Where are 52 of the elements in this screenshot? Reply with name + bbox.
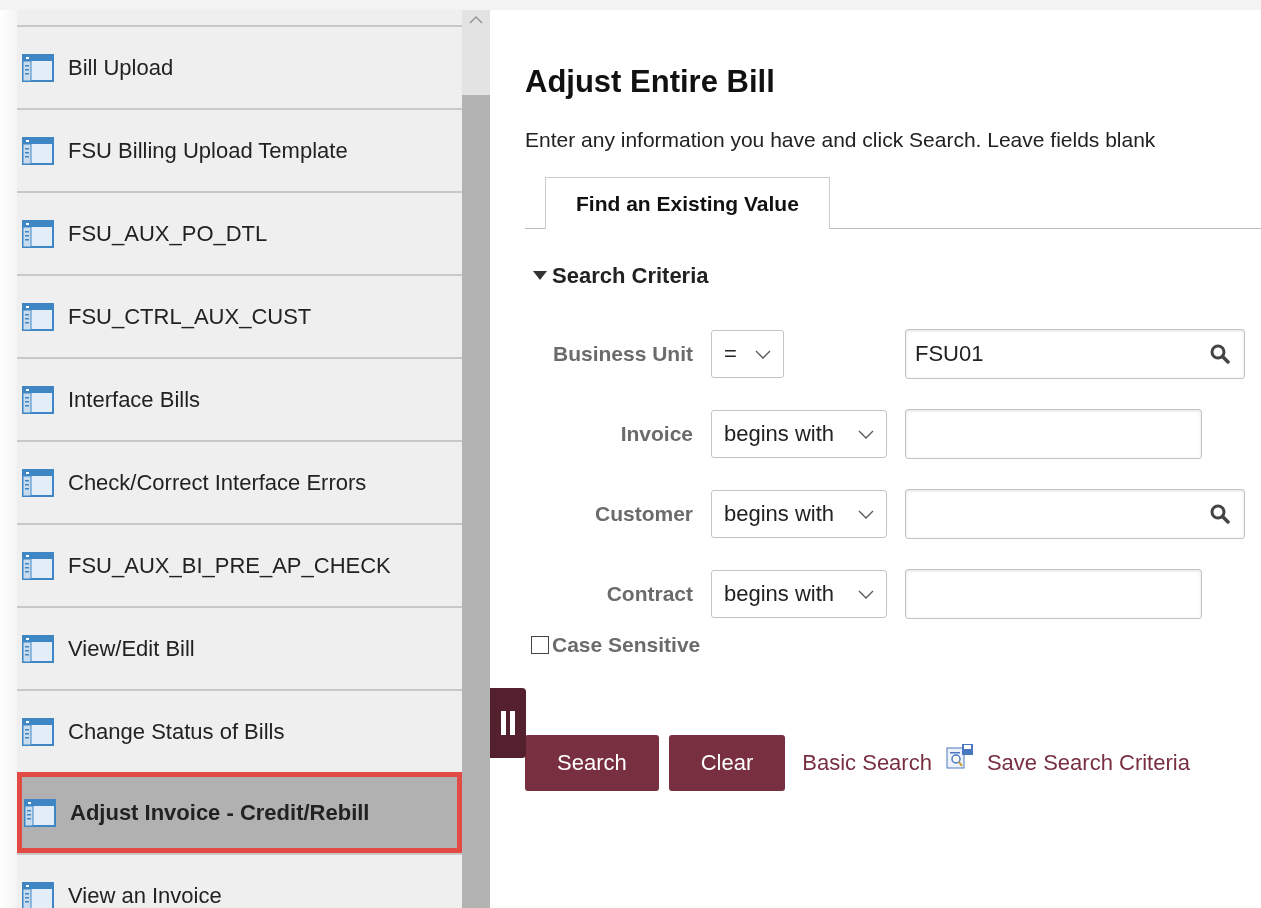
link[interactable]: Basic Search (802, 750, 932, 776)
sidebar-item[interactable]: Adjust Invoice - Credit/Rebill (17, 772, 462, 853)
collapse-handle[interactable] (490, 688, 526, 758)
sidebar-item[interactable]: View/Edit Bill (17, 606, 462, 689)
sidebar-item[interactable]: View an Invoice (17, 853, 462, 908)
sidebar-item[interactable]: FSU_CTRL_AUX_CUST (17, 274, 462, 357)
operator-dropdown[interactable]: begins with (711, 570, 887, 618)
scrollbar[interactable] (462, 10, 490, 908)
sidebar-item[interactable]: FSU_AUX_PO_DTL (17, 191, 462, 274)
field-label: Invoice (619, 422, 693, 446)
page-icon (22, 219, 54, 248)
sidebar-item[interactable]: Bill Upload (17, 25, 462, 108)
chevron-down-icon (858, 429, 874, 439)
tab[interactable]: Find an Existing Value (545, 177, 830, 229)
page-icon (22, 302, 54, 331)
search-icon[interactable] (1210, 504, 1230, 524)
input-field[interactable] (905, 569, 1202, 619)
page-icon (22, 551, 54, 580)
page-icon (22, 634, 54, 663)
operator-dropdown[interactable]: begins with (711, 410, 887, 458)
sidebar-item[interactable]: FSU Billing Upload Template (17, 108, 462, 191)
page-icon (22, 136, 54, 165)
input-field[interactable] (905, 409, 1202, 459)
page-title: Adjust Entire Bill (525, 64, 776, 100)
input-field[interactable]: FSU01 (905, 329, 1245, 379)
operator-dropdown[interactable]: begins with (711, 490, 887, 538)
triangle-icon (533, 271, 547, 281)
link[interactable]: Save Search Criteria (986, 750, 1190, 776)
checkbox-label: Case Sensitive (552, 633, 701, 657)
field-label: Business Unit (551, 342, 693, 366)
section-toggle[interactable]: Search Criteria (533, 263, 709, 289)
action-button[interactable]: Clear (668, 735, 786, 791)
search-icon[interactable] (1210, 344, 1230, 364)
input-field[interactable] (905, 489, 1245, 539)
sidebar-item[interactable]: Interface Bills (17, 357, 462, 440)
page-icon (24, 798, 56, 827)
page-icon (22, 468, 54, 497)
save-search-icon[interactable] (945, 743, 974, 769)
chevron-down-icon (755, 349, 771, 359)
page-icon (22, 53, 54, 82)
chevron-down-icon (858, 589, 874, 599)
sidebar-item[interactable]: Check/Correct Interface Errors (17, 440, 462, 523)
chevron-down-icon (858, 509, 874, 519)
operator-dropdown[interactable]: = (711, 330, 784, 378)
sidebar-item[interactable]: FSU_AUX_BI_PRE_AP_CHECK (17, 523, 462, 606)
action-button[interactable]: Search (525, 735, 659, 791)
field-label: Contract (605, 582, 693, 606)
page-icon (22, 717, 54, 746)
field-label: Customer (593, 502, 693, 526)
instructions-text: Enter any information you have and click Search. Leave fields blank (525, 128, 1157, 152)
checkbox[interactable] (531, 636, 549, 654)
page-icon (22, 385, 54, 414)
